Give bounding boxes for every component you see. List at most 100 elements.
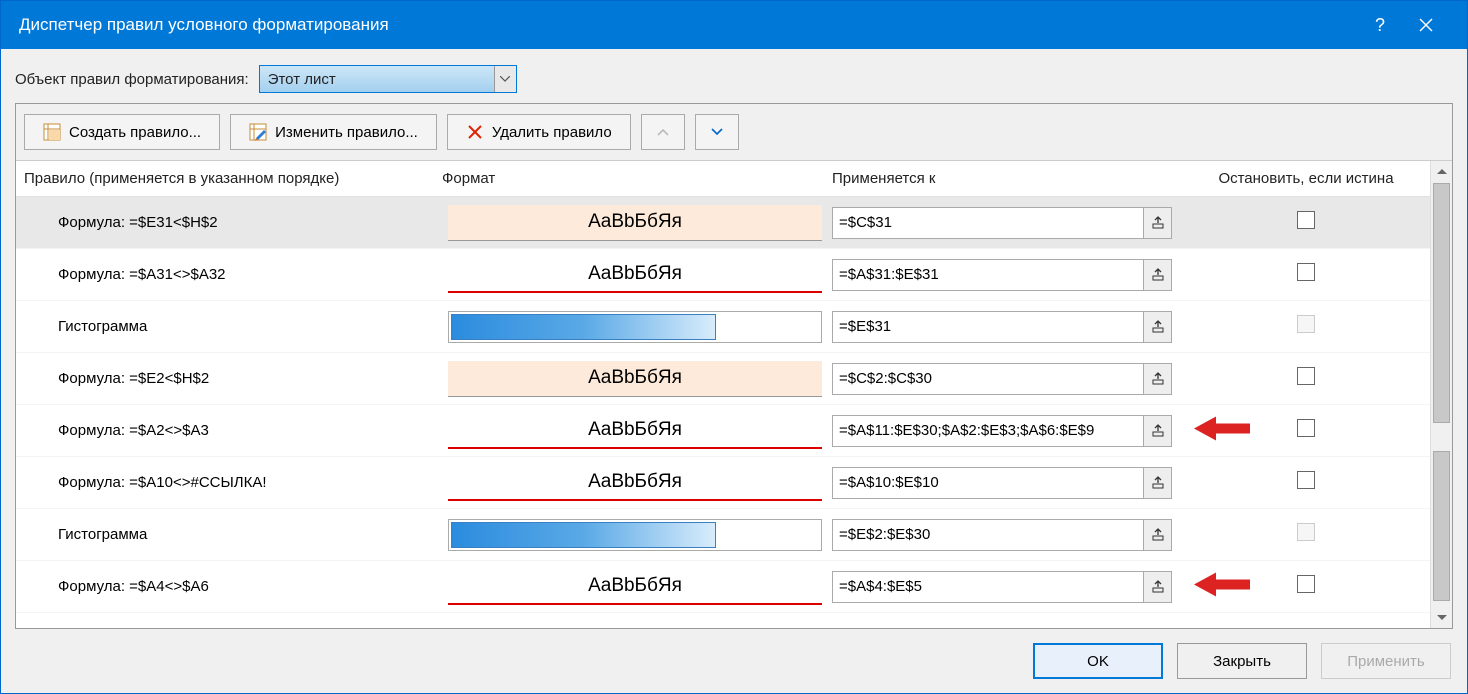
applies-to-input[interactable]: [832, 311, 1144, 343]
stop-if-true-checkbox[interactable]: [1297, 419, 1315, 437]
callout-arrow-icon: [1194, 413, 1250, 448]
format-preview: AaBbБбЯя: [448, 413, 822, 449]
move-up-button[interactable]: [641, 114, 685, 150]
stop-if-true-checkbox[interactable]: [1297, 211, 1315, 229]
header-stop: Остановить, если истина: [1182, 170, 1430, 187]
scroll-up-icon[interactable]: [1431, 161, 1452, 183]
table-row[interactable]: Формула: =$A31<>$A32AaBbБбЯя: [16, 249, 1430, 301]
applies-to-input[interactable]: [832, 207, 1144, 239]
range-picker-icon: [1151, 424, 1165, 438]
new-rule-icon: [43, 123, 61, 141]
applies-to-cell: [826, 363, 1182, 395]
scroll-down-icon[interactable]: [1431, 606, 1452, 628]
rule-description: Формула: =$E31<$H$2: [16, 214, 436, 231]
range-picker-button[interactable]: [1144, 571, 1172, 603]
rules-panel: Создать правило... Изменить правило... У…: [15, 103, 1453, 629]
applies-to-cell: [826, 415, 1182, 447]
databar-preview: [451, 522, 716, 548]
rules-table-header: Правило (применяется в указанном порядке…: [16, 161, 1430, 197]
applies-to-cell: [826, 519, 1182, 551]
edit-rule-button[interactable]: Изменить правило...: [230, 114, 437, 150]
table-row[interactable]: Гистограмма: [16, 301, 1430, 353]
scope-dropdown[interactable]: Этот лист: [259, 65, 517, 93]
scrollbar-thumb-lower[interactable]: [1433, 451, 1450, 601]
close-button[interactable]: Закрыть: [1177, 643, 1307, 679]
scope-row: Объект правил форматирования: Этот лист: [1, 49, 1467, 103]
stop-if-true-cell: [1182, 471, 1430, 494]
rule-format-cell: [436, 519, 826, 551]
applies-to-input[interactable]: [832, 519, 1144, 551]
format-preview: AaBbБбЯя: [448, 569, 822, 605]
range-picker-button[interactable]: [1144, 363, 1172, 395]
chevron-down-icon[interactable]: [494, 66, 516, 92]
table-row[interactable]: Формула: =$A4<>$A6 AaBbБбЯя: [16, 561, 1430, 613]
rule-format-cell: AaBbБбЯя: [436, 465, 826, 501]
new-rule-button[interactable]: Создать правило...: [24, 114, 220, 150]
format-preview: AaBbБбЯя: [448, 257, 822, 293]
rule-format-cell: AaBbБбЯя: [436, 569, 826, 605]
help-button[interactable]: ?: [1357, 1, 1403, 49]
ok-button[interactable]: OK: [1033, 643, 1163, 679]
range-picker-icon: [1151, 528, 1165, 542]
rule-format-cell: AaBbБбЯя: [436, 205, 826, 241]
table-row[interactable]: Формула: =$A2<>$A3 AaBbБбЯя: [16, 405, 1430, 457]
rules-toolbar: Создать правило... Изменить правило... У…: [16, 104, 1452, 161]
range-picker-icon: [1151, 216, 1165, 230]
table-row[interactable]: Формула: =$A10<>#ССЫЛКА!AaBbБбЯя: [16, 457, 1430, 509]
header-rule: Правило (применяется в указанном порядке…: [16, 170, 436, 187]
applies-to-cell: [826, 467, 1182, 499]
range-picker-button[interactable]: [1144, 415, 1172, 447]
apply-button[interactable]: Применить: [1321, 643, 1451, 679]
table-row[interactable]: Гистограмма: [16, 509, 1430, 561]
stop-if-true-checkbox: [1297, 523, 1315, 541]
stop-if-true-checkbox: [1297, 315, 1315, 333]
stop-if-true-checkbox[interactable]: [1297, 367, 1315, 385]
table-row[interactable]: Формула: =$E31<$H$2 AaBbБбЯя: [16, 197, 1430, 249]
applies-to-cell: [826, 207, 1182, 239]
rule-description: Формула: =$A10<>#ССЫЛКА!: [16, 474, 436, 491]
stop-if-true-checkbox[interactable]: [1297, 575, 1315, 593]
callout-arrow-icon: [1194, 569, 1250, 604]
rule-format-cell: [436, 311, 826, 343]
applies-to-input[interactable]: [832, 259, 1144, 291]
move-down-button[interactable]: [695, 114, 739, 150]
header-applies: Применяется к: [826, 170, 1182, 187]
applies-to-input[interactable]: [832, 571, 1144, 603]
stop-if-true-cell: [1182, 523, 1430, 546]
header-format: Формат: [436, 170, 826, 187]
rule-description: Формула: =$E2<$H$2: [16, 370, 436, 387]
range-picker-button[interactable]: [1144, 311, 1172, 343]
vertical-scrollbar[interactable]: [1430, 161, 1452, 628]
range-picker-button[interactable]: [1144, 207, 1172, 239]
scrollbar-thumb-upper[interactable]: [1433, 183, 1450, 423]
rule-format-cell: AaBbБбЯя: [436, 413, 826, 449]
rule-description: Гистограмма: [16, 526, 436, 543]
rule-description: Гистограмма: [16, 318, 436, 335]
chevron-down-icon: [711, 128, 723, 136]
databar-preview: [451, 314, 716, 340]
dialog-content: Объект правил форматирования: Этот лист …: [1, 49, 1467, 693]
range-picker-icon: [1151, 372, 1165, 386]
table-row[interactable]: Формула: =$E2<$H$2 AaBbБбЯя: [16, 353, 1430, 405]
applies-to-input[interactable]: [832, 415, 1144, 447]
range-picker-button[interactable]: [1144, 519, 1172, 551]
format-preview: AaBbБбЯя: [448, 205, 822, 241]
applies-to-cell: [826, 571, 1182, 603]
range-picker-icon: [1151, 476, 1165, 490]
range-picker-button[interactable]: [1144, 467, 1172, 499]
applies-to-input[interactable]: [832, 467, 1144, 499]
applies-to-input[interactable]: [832, 363, 1144, 395]
rule-description: Формула: =$A4<>$A6: [16, 578, 436, 595]
rule-format-cell: AaBbБбЯя: [436, 257, 826, 293]
rule-description: Формула: =$A2<>$A3: [16, 422, 436, 439]
stop-if-true-checkbox[interactable]: [1297, 471, 1315, 489]
delete-icon: [466, 123, 484, 141]
delete-rule-button[interactable]: Удалить правило: [447, 114, 631, 150]
stop-if-true-checkbox[interactable]: [1297, 263, 1315, 281]
dialog-button-row: OK Закрыть Применить: [1, 629, 1467, 693]
range-picker-button[interactable]: [1144, 259, 1172, 291]
edit-rule-icon: [249, 123, 267, 141]
close-window-button[interactable]: [1403, 1, 1449, 49]
stop-if-true-cell: [1182, 367, 1430, 390]
format-preview: AaBbБбЯя: [448, 361, 822, 397]
